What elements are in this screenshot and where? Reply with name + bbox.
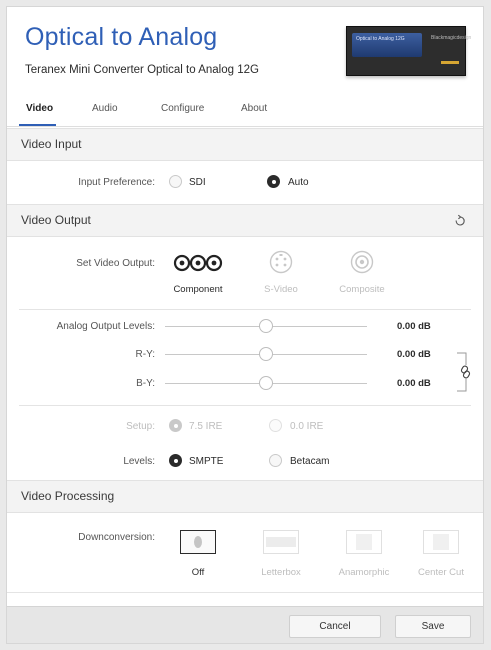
setup-7-5-ire-label: 7.5 IRE [189,421,223,432]
s-video-option-label: S-Video [264,284,298,295]
device-model: Teranex Mini Converter Optical to Analog… [25,64,259,76]
b-y-value: 0.00 dB [397,378,431,389]
analog-output-levels-label: Analog Output Levels: [56,321,155,332]
analog-output-levels-value: 0.00 dB [397,321,431,332]
tab-configure[interactable]: Configure [161,103,204,114]
section-video-output: Video Output [7,204,483,237]
off-preview-icon [194,536,202,548]
page-title: Optical to Analog [25,23,218,51]
levels-label: Levels: [123,456,155,467]
downconversion-center-cut-label: Center Cut [418,567,464,578]
composite-option-label: Composite [339,284,385,295]
section-heading: Video Processing [21,489,115,503]
device-screen-text: Optical to Analog 12G [356,36,405,42]
setup-0-0-ire-label: 0.0 IRE [290,421,324,432]
anamorphic-preview-icon [356,534,372,550]
sdi-radio[interactable] [169,175,182,188]
downconversion-off-label: Off [191,567,205,578]
settings-window: Optical to Analog Teranex Mini Converter… [7,7,483,643]
device-screen: Optical to Analog 12G [352,33,422,57]
r-y-knob[interactable] [259,347,273,361]
betacam-radio-label: Betacam [290,456,330,467]
auto-radio[interactable] [267,175,280,188]
row-divider [19,309,471,310]
s-video-connector-icon[interactable] [269,250,293,274]
setup-0-0-ire-radio [269,419,282,432]
section-heading: Video Input [21,137,82,151]
b-y-label: B-Y: [136,378,155,389]
center-cut-preview-icon [433,534,449,550]
tab-about[interactable]: About [241,103,267,114]
sdi-radio-label: SDI [189,177,206,188]
reset-icon[interactable] [453,214,467,228]
downconversion-letterbox-label: Letterbox [261,567,301,578]
row-divider [7,592,483,593]
downconversion-off-button[interactable] [180,530,216,554]
input-preference-label: Input Preference: [78,177,155,188]
row-divider [19,405,471,406]
section-video-input: Video Input [7,128,483,161]
device-brand: Blackmagicdesign [431,35,472,41]
tab-video[interactable]: Video [26,103,53,114]
r-y-label: R-Y: [135,349,155,360]
downconversion-letterbox-button[interactable] [263,530,299,554]
auto-radio-label: Auto [288,177,309,188]
b-y-knob[interactable] [259,376,273,390]
device-indicator [441,61,459,64]
betacam-radio[interactable] [269,454,282,467]
letterbox-preview-icon [266,537,296,547]
tab-divider [7,126,483,127]
downconversion-label: Downconversion: [78,532,155,543]
tab-bar: Video Audio Configure About [7,103,483,125]
smpte-radio-label: SMPTE [189,456,224,467]
analog-output-levels-knob[interactable] [259,319,273,333]
cancel-button[interactable]: Cancel [289,615,381,638]
device-image: Optical to Analog 12G Blackmagicdesign [346,26,471,76]
setup-label: Setup: [126,421,155,432]
link-icon[interactable] [454,352,474,392]
r-y-value: 0.00 dB [397,349,431,360]
smpte-radio[interactable] [169,454,182,467]
save-button[interactable]: Save [395,615,471,638]
tab-audio[interactable]: Audio [92,103,118,114]
downconversion-anamorphic-button[interactable] [346,530,382,554]
set-video-output-label: Set Video Output: [76,258,155,269]
component-connector-icon[interactable] [173,253,223,273]
setup-7-5-ire-radio [169,419,182,432]
section-heading: Video Output [21,213,91,227]
downconversion-center-cut-button[interactable] [423,530,459,554]
composite-connector-icon[interactable] [350,250,374,274]
downconversion-anamorphic-label: Anamorphic [338,567,390,578]
component-option-label: Component [173,284,223,295]
section-video-processing: Video Processing [7,480,483,513]
footer-bar: Cancel Save [7,606,483,643]
